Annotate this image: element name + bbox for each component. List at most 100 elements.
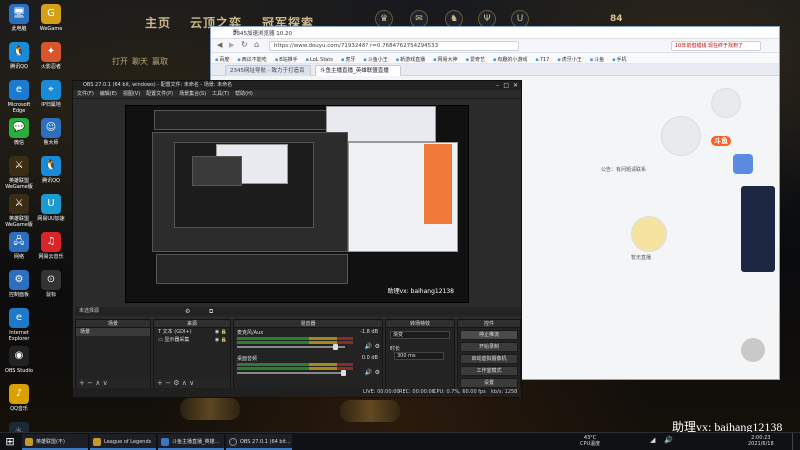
desktop-icon[interactable]: U 网易UU加速: [34, 194, 68, 222]
chevron-up-icon[interactable]: ∧: [95, 379, 100, 387]
volume-slider-knob[interactable]: [341, 370, 346, 376]
add-icon[interactable]: +: [157, 379, 163, 387]
gear-icon[interactable]: ⚙: [173, 379, 179, 387]
forward-icon[interactable]: ▶: [229, 41, 234, 49]
desktop-icon[interactable]: ⊙ 鼠标: [34, 270, 68, 298]
start-recording-button[interactable]: 开始录制: [460, 342, 518, 352]
bookmark-item[interactable]: 手机: [612, 56, 627, 63]
remove-icon[interactable]: −: [165, 379, 171, 387]
obs-titlebar[interactable]: OBS 27.0.1 (64 bit, windows) - 配置文件: 未命名…: [73, 81, 521, 90]
taskbar-item-browser[interactable]: 斗鱼主播直播_英雄...: [158, 434, 224, 450]
obs-menu-item[interactable]: 场景集合(S): [179, 90, 206, 99]
transition-select[interactable]: 渐变: [390, 331, 450, 339]
obs-menu-item[interactable]: 视图(V): [123, 90, 140, 99]
taskbar-item-lol-client[interactable]: 英雄联盟(不): [22, 434, 88, 450]
desktop-icon[interactable]: e Microsoft Edge: [2, 80, 36, 114]
desktop-icon[interactable]: 🐧 腾讯QQ: [34, 156, 68, 184]
gear-icon[interactable]: ⚙: [375, 369, 380, 376]
obs-menu-item[interactable]: 配置文件(P): [146, 90, 173, 99]
bookmark-item[interactable]: 有趣的小游戏: [493, 56, 527, 63]
bookmark-item[interactable]: B站推手: [275, 56, 297, 63]
minimize-icon[interactable]: –: [496, 81, 499, 90]
maximize-icon[interactable]: □: [503, 81, 509, 90]
close-icon[interactable]: ✕: [233, 29, 773, 35]
desktop-icon[interactable]: ⌖ IP归属地: [34, 80, 68, 108]
speaker-icon[interactable]: 🔊: [365, 369, 372, 376]
settings-button[interactable]: 设置: [460, 378, 518, 388]
category-thumb[interactable]: [711, 88, 741, 118]
desktop-icon[interactable]: G WeGame: [34, 4, 68, 32]
back-icon[interactable]: ◀: [217, 41, 222, 49]
douyu-fish-icon[interactable]: [733, 154, 753, 174]
network-icon[interactable]: ◢: [650, 437, 655, 444]
obs-menu-item[interactable]: 文件(F): [77, 90, 94, 99]
obs-menu-item[interactable]: 编辑(E): [100, 90, 117, 99]
studio-mode-button[interactable]: 工作室模式: [460, 366, 518, 376]
address-bar[interactable]: https://www.douyu.com/7193248? r=0.76847…: [269, 41, 519, 51]
tab-douyu[interactable]: 斗鱼主播直播_英雄联盟直播: [315, 65, 401, 76]
gear-icon[interactable]: ⚙: [185, 307, 190, 316]
stop-streaming-button[interactable]: 停止推流: [460, 330, 518, 340]
gear-icon[interactable]: ⚙: [375, 343, 380, 350]
bookmark-item[interactable]: 百度: [215, 56, 229, 63]
tab-2345[interactable]: 2345网址导航 - 致力于打造百: [225, 65, 311, 76]
speaker-icon[interactable]: 🔊: [365, 343, 372, 350]
bookmark-item[interactable]: 新游戏直播: [396, 56, 425, 63]
taskbar-item-lol[interactable]: League of Legends: [90, 434, 156, 450]
volume-slider[interactable]: [237, 370, 346, 376]
desktop-icon[interactable]: 💬 微信: [2, 118, 36, 146]
search-input[interactable]: 10年前借错钱 现在终于找到了: [671, 41, 761, 51]
desktop-icon[interactable]: ♪ QQ音乐: [2, 384, 36, 412]
duration-input[interactable]: 300 ms: [394, 352, 444, 360]
close-icon[interactable]: ✕: [513, 81, 518, 90]
bookmark-item[interactable]: 斗鱼小王: [363, 56, 388, 63]
volume-slider[interactable]: [237, 344, 345, 350]
desktop-icon[interactable]: 🖥 此电脑: [2, 4, 36, 32]
desktop-icon[interactable]: ☺ 鲁大师: [34, 118, 68, 146]
desktop-icon[interactable]: ♫ 网易云音乐: [34, 232, 68, 260]
chevron-up-icon[interactable]: ∧: [182, 379, 187, 387]
desktop-icon[interactable]: 🐧 腾讯QQ: [2, 42, 36, 70]
volume-slider-knob[interactable]: [333, 344, 338, 350]
source-item[interactable]: ▭ 显示器采集 ◉ 🔒: [154, 336, 230, 344]
desktop-icon[interactable]: ⚙ 控制面板: [2, 270, 36, 298]
bookmark-item[interactable]: 西瓜不能吃: [237, 56, 267, 63]
chevron-down-icon[interactable]: ∨: [103, 379, 108, 387]
refresh-icon[interactable]: ↻: [241, 40, 248, 49]
desktop-icon[interactable]: ⚔ 英雄联盟WeGame版: [2, 156, 36, 190]
obs-window[interactable]: OBS 27.0.1 (64 bit, windows) - 配置文件: 未命名…: [72, 80, 522, 398]
desktop-icon[interactable]: ⚔ 英雄联盟WeGame版: [2, 194, 36, 228]
obs-menu-item[interactable]: 帮助(H): [235, 90, 253, 99]
bookmark-item[interactable]: 网易大神: [433, 56, 458, 63]
desktop-icon[interactable]: 🖧 网络: [2, 232, 36, 260]
eye-icon[interactable]: ◉ 🔒: [215, 328, 227, 336]
remove-icon[interactable]: −: [87, 379, 93, 387]
source-item[interactable]: T 文本 (GDI+) ◉ 🔒: [154, 328, 230, 336]
desktop-icon[interactable]: e Internet Explorer: [2, 308, 36, 342]
bookmark-item[interactable]: 斗鱼: [590, 56, 604, 63]
volume-icon[interactable]: 🔊: [664, 437, 673, 444]
user-avatar[interactable]: [741, 338, 765, 362]
bookmark-item[interactable]: 爱奇艺: [466, 56, 485, 63]
bookmark-item[interactable]: LoL Stats: [306, 57, 333, 63]
chevron-down-icon[interactable]: ∨: [189, 379, 194, 387]
bookmark-item[interactable]: 717: [535, 57, 550, 63]
desktop-icon[interactable]: ◉ OBS Studio: [2, 346, 36, 374]
home-icon[interactable]: ⌂: [254, 40, 259, 49]
add-icon[interactable]: +: [79, 379, 85, 387]
browser-titlebar[interactable]: 2345加速浏览器 10.20 – □ ✕: [211, 27, 779, 39]
scene-item[interactable]: 场景: [76, 328, 150, 336]
show-desktop-button[interactable]: [792, 433, 798, 450]
category-thumb[interactable]: [661, 116, 701, 156]
side-ad-banner[interactable]: [741, 186, 775, 272]
cpu-temp[interactable]: 43°C CPU温度: [580, 435, 600, 447]
clock[interactable]: 2:00:23 2021/6/18: [748, 435, 774, 447]
obs-preview[interactable]: 助理vx: baihang12138: [125, 105, 469, 303]
eye-icon[interactable]: ◉ 🔒: [215, 336, 227, 344]
bookmark-item[interactable]: 虎牙小王: [557, 56, 582, 63]
douyu-logo[interactable]: 斗鱼: [711, 136, 731, 146]
filter-icon[interactable]: ⧉: [209, 307, 213, 316]
bookmark-item[interactable]: 虎牙: [341, 56, 355, 63]
virtual-camera-button[interactable]: 启动虚拟摄像机: [460, 354, 518, 364]
desktop-icon[interactable]: ✦ 火影忍者: [34, 42, 68, 70]
